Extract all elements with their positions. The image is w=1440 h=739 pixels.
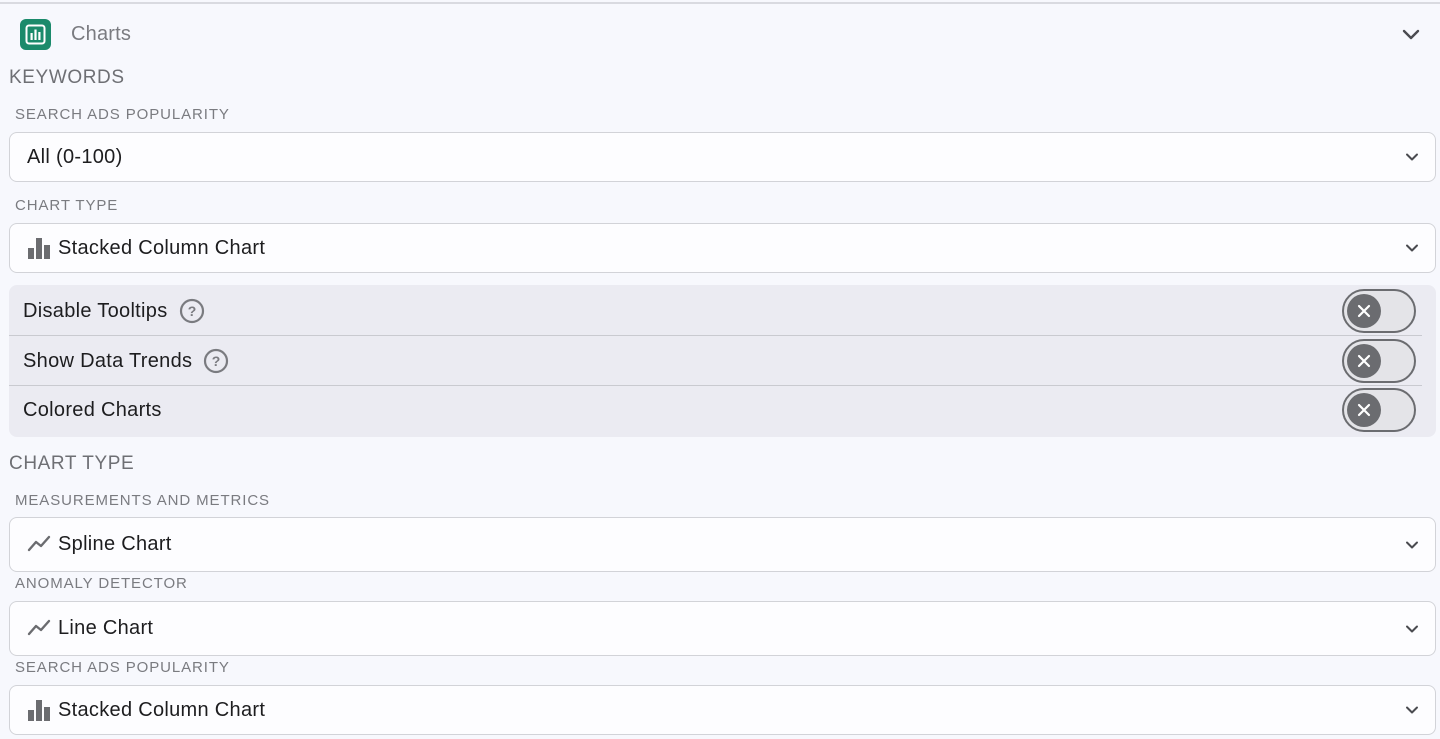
keywords-section-title: KEYWORDS: [9, 67, 125, 88]
measurements-select[interactable]: Spline Chart: [9, 517, 1436, 572]
anomaly-detector-label: ANOMALY DETECTOR: [15, 575, 188, 592]
measurements-label: MEASUREMENTS AND METRICS: [15, 492, 270, 509]
question-icon[interactable]: ?: [179, 298, 205, 324]
svg-text:?: ?: [212, 353, 221, 369]
chevron-down-icon[interactable]: [1401, 28, 1421, 42]
anomaly-detector-select[interactable]: Line Chart: [9, 601, 1436, 656]
colored-charts-switch[interactable]: [1342, 388, 1416, 432]
toggle-label: Colored Charts: [23, 398, 162, 421]
search-ads-popularity-select-value: Stacked Column Chart: [58, 698, 266, 721]
disable-tooltips-switch[interactable]: [1342, 289, 1416, 333]
toggle-row-disable-tooltips: Disable Tooltips ?: [9, 286, 1436, 336]
toggle-label: Show Data Trends: [23, 349, 193, 372]
section-header-title: Charts: [71, 23, 132, 45]
popularity-select[interactable]: All (0-100): [9, 132, 1436, 182]
chart-type-select-value: Stacked Column Chart: [58, 236, 266, 259]
show-data-trends-switch[interactable]: [1342, 339, 1416, 383]
popularity-select-value: All (0-100): [27, 145, 123, 168]
column-chart-icon: [27, 699, 51, 721]
charts-section-header[interactable]: Charts: [0, 4, 1440, 64]
measurements-select-value: Spline Chart: [58, 533, 172, 555]
toggle-row-colored-charts: Colored Charts: [9, 385, 1436, 435]
chevron-down-icon: [1406, 625, 1418, 632]
line-chart-icon: [27, 534, 51, 556]
charts-settings-panel: Charts KEYWORDS SEARCH ADS POPULARITY Al…: [0, 0, 1440, 739]
search-ads-popularity-select[interactable]: Stacked Column Chart: [9, 685, 1436, 735]
close-icon: [1347, 393, 1381, 427]
close-icon: [1347, 294, 1381, 328]
chevron-down-icon: [1406, 541, 1418, 548]
toggle-label: Disable Tooltips: [23, 299, 168, 322]
toggle-group: Disable Tooltips ? Show Data Trends ? Co…: [9, 285, 1436, 437]
chevron-down-icon: [1406, 706, 1418, 714]
bar-chart-icon: [20, 19, 51, 50]
svg-text:?: ?: [187, 303, 196, 319]
question-icon[interactable]: ?: [203, 348, 229, 374]
chart-type-label: CHART TYPE: [15, 197, 119, 214]
chart-type-section-title: CHART TYPE: [9, 453, 135, 474]
chevron-down-icon: [1406, 244, 1418, 252]
popularity-label: SEARCH ADS POPULARITY: [15, 106, 230, 123]
search-ads-popularity-label: SEARCH ADS POPULARITY: [15, 659, 230, 676]
toggle-row-show-data-trends: Show Data Trends ?: [9, 336, 1436, 386]
close-icon: [1347, 344, 1381, 378]
chart-type-select[interactable]: Stacked Column Chart: [9, 223, 1436, 273]
anomaly-detector-select-value: Line Chart: [58, 617, 154, 639]
chevron-down-icon: [1406, 153, 1418, 161]
line-chart-icon: [27, 618, 51, 640]
column-chart-icon: [27, 237, 51, 259]
